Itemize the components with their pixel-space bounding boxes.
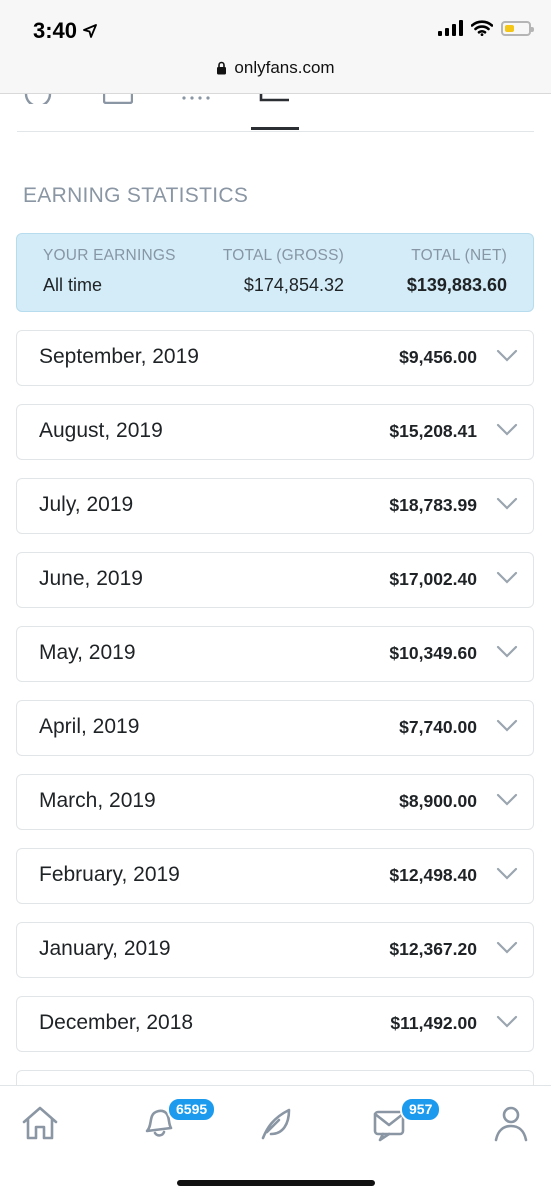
total-gross-value: $174,854.32 [243,275,344,295]
address-bar[interactable]: onlyfans.com [0,58,551,78]
month-label: December, 2018 [39,1011,194,1034]
month-row[interactable]: February, 2019 $12,498.40 [16,848,534,904]
chevron-down-icon[interactable] [496,497,518,511]
month-row[interactable]: August, 2019 $15,208.41 [16,404,534,460]
month-label: January, 2019 [39,937,171,960]
info-icon[interactable] [24,94,52,104]
wifi-icon [471,20,493,36]
lock-icon [217,61,227,75]
earnings-period: All time [43,275,103,295]
chevron-down-icon[interactable] [496,867,518,881]
month-amount: $8,900.00 [399,791,477,811]
chevron-down-icon[interactable] [496,1015,518,1029]
active-tab-indicator [251,127,299,130]
month-amount: $12,498.40 [389,865,477,885]
chevron-down-icon[interactable] [496,423,518,437]
month-amount: $17,002.40 [389,569,477,589]
section-title: EARNING STATISTICS [23,184,249,207]
net-header: TOTAL (NET) [411,247,507,264]
notifications-badge: 6595 [167,1097,217,1122]
month-label: August, 2019 [39,419,163,442]
month-amount: $18,783.99 [389,495,477,515]
month-amount: $10,349.60 [389,643,477,663]
earnings-header: YOUR EARNINGS [43,247,176,264]
card-icon[interactable] [103,94,133,104]
status-indicators [438,20,534,36]
month-row[interactable]: September, 2019 $9,456.00 [16,330,534,386]
month-row[interactable]: March, 2019 $8,900.00 [16,774,534,830]
month-label: February, 2019 [39,863,180,886]
chart-icon[interactable] [259,94,291,104]
chevron-down-icon[interactable] [496,793,518,807]
feather-icon[interactable] [253,1100,299,1146]
browser-chrome: 3:40 onlyfans.com [0,0,551,94]
month-amount: $15,208.41 [389,421,477,441]
month-label: April, 2019 [39,715,140,738]
month-amount: $11,492.00 [390,1013,477,1033]
home-indicator[interactable] [177,1180,375,1186]
month-label: September, 2019 [39,345,199,368]
chevron-down-icon[interactable] [496,349,518,363]
status-time: 3:40 [33,18,97,44]
month-label: March, 2019 [39,789,156,812]
list-icon[interactable] [181,94,213,104]
status-time-text: 3:40 [33,18,78,43]
chevron-down-icon[interactable] [496,719,518,733]
location-arrow-icon [83,24,97,38]
month-row[interactable]: December, 2018 $11,492.00 [16,996,534,1052]
month-label: May, 2019 [39,641,136,664]
messages-badge: 957 [400,1097,442,1122]
month-amount: $9,456.00 [399,347,477,367]
month-label: June, 2019 [39,567,143,590]
profile-icon[interactable] [488,1100,534,1146]
chevron-down-icon[interactable] [496,571,518,585]
month-row[interactable]: January, 2019 $12,367.20 [16,922,534,978]
month-amount: $12,367.20 [389,939,477,959]
chevron-down-icon[interactable] [496,645,518,659]
month-row[interactable]: April, 2019 $7,740.00 [16,700,534,756]
month-label: July, 2019 [39,493,134,516]
month-row[interactable]: June, 2019 $17,002.40 [16,552,534,608]
chevron-down-icon[interactable] [496,941,518,955]
url-text: onlyfans.com [234,58,335,77]
total-net-value: $139,883.60 [406,275,507,295]
gross-header: TOTAL (GROSS) [222,247,344,264]
month-row[interactable]: July, 2019 $18,783.99 [16,478,534,534]
cellular-signal-icon [438,20,463,36]
month-amount: $7,740.00 [399,717,477,737]
month-row[interactable]: May, 2019 $10,349.60 [16,626,534,682]
earnings-summary: YOUR EARNINGS TOTAL (GROSS) TOTAL (NET) … [16,233,534,312]
battery-icon [501,20,534,36]
home-icon[interactable] [17,1100,63,1146]
